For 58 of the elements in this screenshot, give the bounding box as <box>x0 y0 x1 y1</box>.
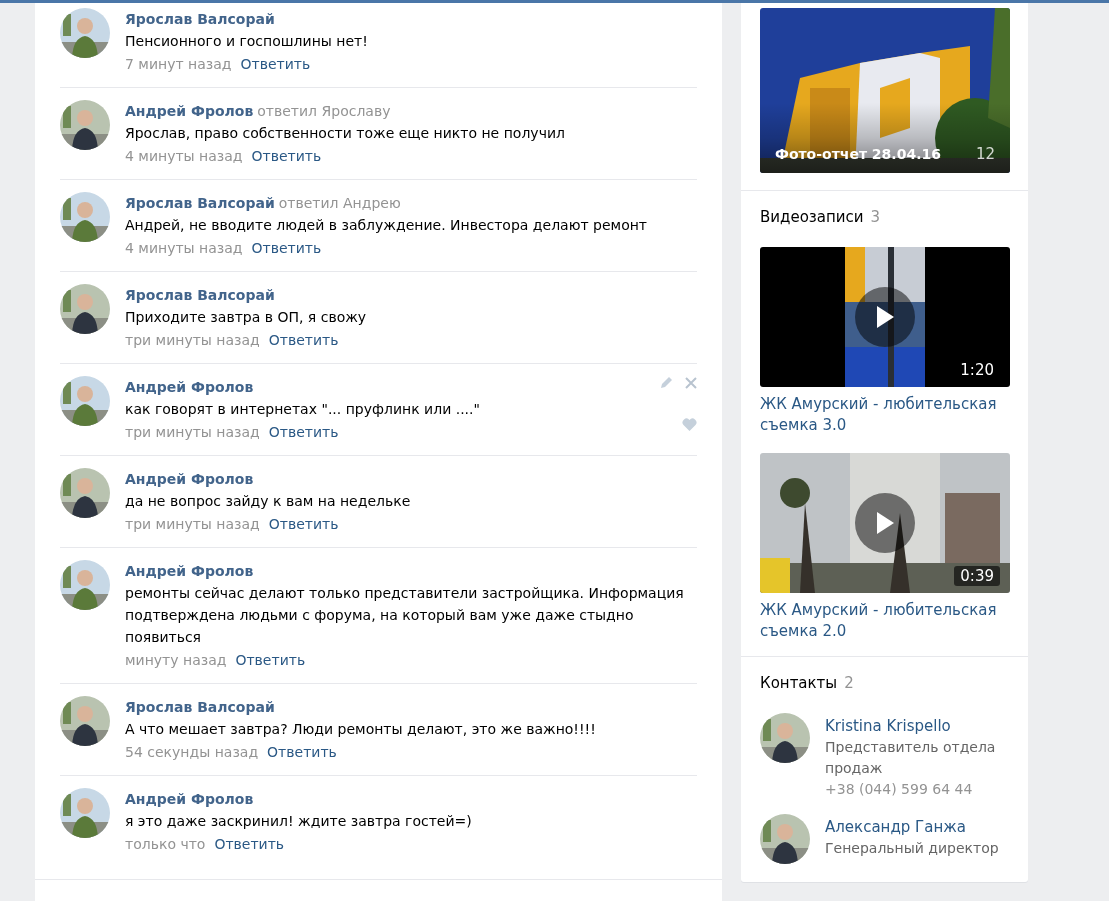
play-icon <box>875 305 895 329</box>
comment-time: 4 минуты назад <box>125 147 243 166</box>
close-icon[interactable] <box>685 376 697 389</box>
like-icon[interactable] <box>682 418 697 431</box>
author-link[interactable]: Ярослав Валсорай <box>125 192 275 214</box>
comment-time: 4 минуты назад <box>125 239 243 258</box>
comment-time: три минуты назад <box>125 423 260 442</box>
section-count: 3 <box>870 207 881 227</box>
contact-name-link[interactable]: Александр Ганжа <box>825 817 999 838</box>
comment-text: как говорят в интернетах "... пруфлинк или ...." <box>125 400 481 419</box>
author-link[interactable]: Ярослав Валсорай <box>125 8 275 30</box>
reply-link[interactable]: Ответить <box>251 145 322 167</box>
comment-time: минуту назад <box>125 651 227 670</box>
reply-link[interactable]: Ответить <box>268 513 339 535</box>
comment-text: Ярослав, право собственности тоже еще никто не получил <box>125 124 566 143</box>
video-title-link[interactable]: ЖК Амурский - любительская съемка 2.0 <box>760 600 1000 642</box>
author-link[interactable]: Андрей Фролов <box>125 788 254 810</box>
reply-link[interactable]: Ответить <box>268 421 339 443</box>
comment-time: три минуты назад <box>125 331 260 350</box>
edit-icon[interactable] <box>660 376 673 389</box>
comment-text: Пенсионного и госпошлины нет! <box>125 32 369 51</box>
play-button[interactable] <box>855 287 915 347</box>
author-link[interactable]: Андрей Фролов <box>125 468 254 490</box>
reply-link[interactable]: Ответить <box>251 237 322 259</box>
reply-link[interactable]: Ответить <box>267 741 337 763</box>
comment-text: ремонты сейчас делают только представители застройщика. Информация подтверждена людьми с форума, на который вам уже даже стыдно появиться <box>125 584 685 647</box>
comment-text: да не вопрос зайду к вам на недельке <box>125 492 412 511</box>
reply-link[interactable]: Ответить <box>268 329 339 351</box>
author-link[interactable]: Андрей Фролов <box>125 100 254 122</box>
play-icon <box>875 511 895 535</box>
comment-time: 7 минут назад <box>125 55 232 74</box>
album-count: 12 <box>975 145 995 163</box>
contact-role: Представитель отдела продаж <box>825 738 997 778</box>
reply-to-text: ответил Андрею <box>278 194 401 213</box>
comment-text: Приходите завтра в ОП, я свожу <box>125 308 368 327</box>
comment-text: А что мешает завтра? Люди ремонты делают, это же важно!!!! <box>125 720 597 739</box>
author-link[interactable]: Ярослав Валсорай <box>125 696 275 718</box>
video-duration: 0:39 <box>954 566 1000 586</box>
comment-time: только что <box>125 835 206 854</box>
section-title[interactable]: Видеозаписи <box>760 207 864 227</box>
section-title[interactable]: Контакты <box>760 673 838 693</box>
author-link[interactable]: Андрей Фролов <box>125 560 254 582</box>
video-title-link[interactable]: ЖК Амурский - любительская съемка 3.0 <box>760 394 1000 436</box>
play-button[interactable] <box>855 493 915 553</box>
comment-time: три минуты назад <box>125 515 260 534</box>
reply-link[interactable]: Ответить <box>240 53 311 75</box>
contact-phone: +38 (044) 599 64 44 <box>825 780 974 799</box>
contact-role: Генеральный директор <box>825 839 999 858</box>
comment-text: я это даже заскринил! ждите завтра гостей=) <box>125 812 473 831</box>
section-count: 2 <box>844 673 854 693</box>
comment-text: Андрей, не вводите людей в заблуждение. Инвестора делают ремонт <box>125 216 648 235</box>
reply-link[interactable]: Ответить <box>235 649 306 671</box>
reply-link[interactable]: Ответить <box>214 833 285 855</box>
author-link[interactable]: Андрей Фролов <box>125 376 254 398</box>
contact-name-link[interactable]: Kristina Krispello <box>825 716 1009 737</box>
author-link[interactable]: Ярослав Валсорай <box>125 284 275 306</box>
reply-to-text: ответил Ярославу <box>257 102 391 121</box>
comment-time: 54 секунды назад <box>125 743 259 762</box>
